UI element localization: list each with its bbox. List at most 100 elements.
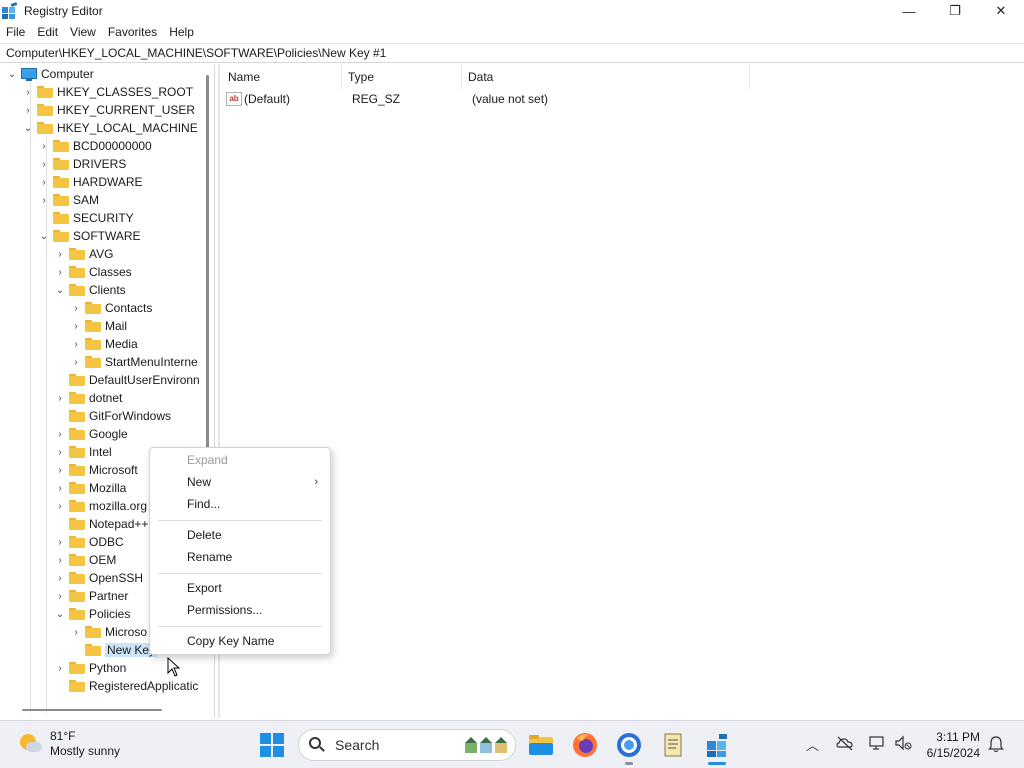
chevron-right-icon[interactable]: › [54, 533, 66, 551]
tree-item-hkcu[interactable]: › HKEY_CURRENT_USER [22, 101, 195, 119]
scrollbar-thumb[interactable] [22, 709, 162, 711]
maximize-button[interactable]: ❐ [932, 0, 978, 22]
menu-view[interactable]: View [64, 22, 102, 42]
tree-item-drivers[interactable]: › DRIVERS [38, 155, 126, 173]
weather-widget[interactable]: 81°F Mostly sunny [18, 729, 120, 759]
tree-item-security[interactable]: SECURITY [38, 209, 134, 227]
menu-favorites[interactable]: Favorites [102, 22, 163, 42]
chevron-right-icon[interactable]: › [54, 497, 66, 515]
network-icon[interactable] [868, 735, 886, 751]
chevron-right-icon[interactable]: › [70, 299, 82, 317]
chevron-right-icon[interactable]: › [54, 263, 66, 281]
show-hidden-icons-chevron-icon[interactable]: ︿ [806, 735, 819, 754]
tree-item-notepadpp[interactable]: Notepad++ [54, 515, 148, 533]
tree-item-registeredapplications[interactable]: RegisteredApplicatic [54, 677, 198, 695]
chevron-right-icon[interactable]: › [70, 623, 82, 641]
tree-item-hkcr[interactable]: › HKEY_CLASSES_ROOT [22, 83, 193, 101]
tree-item-clients[interactable]: ⌄ Clients [54, 281, 126, 299]
minimize-button[interactable]: — [886, 0, 932, 22]
system-clock[interactable]: 3:11 PM 6/15/2024 [920, 729, 980, 761]
tree-item-policies-microsoft[interactable]: › Microso [70, 623, 147, 641]
chrome-icon[interactable] [615, 731, 643, 759]
column-header-name[interactable]: Name [222, 65, 342, 89]
tree-item-mozilla[interactable]: › Mozilla [54, 479, 126, 497]
chevron-right-icon[interactable]: › [54, 425, 66, 443]
column-header-type[interactable]: Type [342, 65, 462, 89]
tree-item-mail[interactable]: › Mail [70, 317, 127, 335]
menu-item-export[interactable]: Export [150, 577, 330, 599]
column-header-data[interactable]: Data [462, 65, 750, 89]
tree-item-bcd[interactable]: › BCD00000000 [38, 137, 151, 155]
tree-item-openssh[interactable]: › OpenSSH [54, 569, 143, 587]
menu-item-copy-key-name[interactable]: Copy Key Name [150, 630, 330, 652]
tree-item-software[interactable]: ⌄ SOFTWARE [38, 227, 141, 245]
close-button[interactable]: ✕ [978, 0, 1024, 22]
chevron-down-icon[interactable]: ⌄ [6, 65, 18, 83]
chevron-right-icon[interactable]: › [22, 101, 34, 119]
tree-item-classes[interactable]: › Classes [54, 263, 131, 281]
tree-item-oem[interactable]: › OEM [54, 551, 116, 569]
chevron-right-icon[interactable]: › [22, 83, 34, 101]
notification-bell-icon[interactable] [988, 735, 1004, 753]
taskbar-search[interactable]: Search [298, 729, 516, 761]
scrollbar-thumb[interactable] [206, 75, 209, 455]
chevron-down-icon[interactable]: ⌄ [54, 281, 66, 299]
registry-editor-taskbar-icon[interactable] [703, 731, 731, 759]
onedrive-icon[interactable] [836, 735, 854, 751]
chevron-right-icon[interactable]: › [38, 137, 50, 155]
tree-item-python[interactable]: › Python [54, 659, 126, 677]
menu-item-permissions[interactable]: Permissions... [150, 599, 330, 621]
tree-item-dotnet[interactable]: › dotnet [54, 389, 122, 407]
chevron-down-icon[interactable]: ⌄ [54, 605, 66, 623]
menu-file[interactable]: File [0, 22, 31, 42]
tree-item-sam[interactable]: › SAM [38, 191, 99, 209]
chevron-right-icon[interactable]: › [54, 479, 66, 497]
tree-horizontal-scrollbar[interactable] [0, 705, 212, 715]
tree-item-gitforwindows[interactable]: GitForWindows [54, 407, 171, 425]
chevron-right-icon[interactable]: › [70, 353, 82, 371]
chevron-right-icon[interactable]: › [54, 659, 66, 677]
firefox-icon[interactable] [571, 731, 599, 759]
menu-help[interactable]: Help [163, 22, 200, 42]
tree-item-google[interactable]: › Google [54, 425, 127, 443]
chevron-right-icon[interactable]: › [54, 551, 66, 569]
tree-item-media[interactable]: › Media [70, 335, 137, 353]
menu-edit[interactable]: Edit [31, 22, 64, 42]
menu-item-rename[interactable]: Rename [150, 546, 330, 568]
chevron-right-icon[interactable]: › [54, 245, 66, 263]
tree-item-contacts[interactable]: › Contacts [70, 299, 152, 317]
chevron-right-icon[interactable]: › [54, 389, 66, 407]
start-button[interactable] [260, 733, 284, 757]
tree-item-odbc[interactable]: › ODBC [54, 533, 123, 551]
tree-item-mozilla-org[interactable]: › mozilla.org [54, 497, 147, 515]
chevron-right-icon[interactable]: › [54, 443, 66, 461]
tree-item-microsoft[interactable]: › Microsoft [54, 461, 137, 479]
tree-item-startmenuinternet[interactable]: › StartMenuInterne [70, 353, 197, 371]
chevron-right-icon[interactable]: › [54, 569, 66, 587]
chevron-right-icon[interactable]: › [38, 173, 50, 191]
chevron-down-icon[interactable]: ⌄ [22, 119, 34, 137]
menu-item-new[interactable]: New › [150, 471, 330, 493]
tree-item-hardware[interactable]: › HARDWARE [38, 173, 142, 191]
chevron-right-icon[interactable]: › [38, 191, 50, 209]
tree-item-intel[interactable]: › Intel [54, 443, 111, 461]
menu-item-find[interactable]: Find... [150, 493, 330, 515]
chevron-down-icon[interactable]: ⌄ [38, 227, 50, 245]
tree-item-computer[interactable]: ⌄ Computer [6, 65, 94, 83]
chevron-right-icon[interactable]: › [54, 461, 66, 479]
file-explorer-icon[interactable] [527, 731, 555, 759]
chevron-right-icon[interactable]: › [54, 587, 66, 605]
volume-muted-icon[interactable] [894, 735, 912, 751]
tree-item-new-key[interactable]: New Key [70, 641, 158, 659]
tree-item-policies[interactable]: ⌄ Policies [54, 605, 131, 623]
chevron-right-icon[interactable]: › [70, 335, 82, 353]
tree-item-defaultuserenvironment[interactable]: DefaultUserEnvironn [54, 371, 200, 389]
tree-item-partner[interactable]: › Partner [54, 587, 128, 605]
chevron-right-icon[interactable]: › [70, 317, 82, 335]
chevron-right-icon[interactable]: › [38, 155, 50, 173]
value-row[interactable]: ab (Default) REG_SZ (value not set) [222, 89, 672, 109]
menu-item-delete[interactable]: Delete [150, 524, 330, 546]
address-bar[interactable]: Computer\HKEY_LOCAL_MACHINE\SOFTWARE\Pol… [0, 43, 1024, 63]
tree-item-avg[interactable]: › AVG [54, 245, 113, 263]
tree-item-hklm[interactable]: ⌄ HKEY_LOCAL_MACHINE [22, 119, 198, 137]
